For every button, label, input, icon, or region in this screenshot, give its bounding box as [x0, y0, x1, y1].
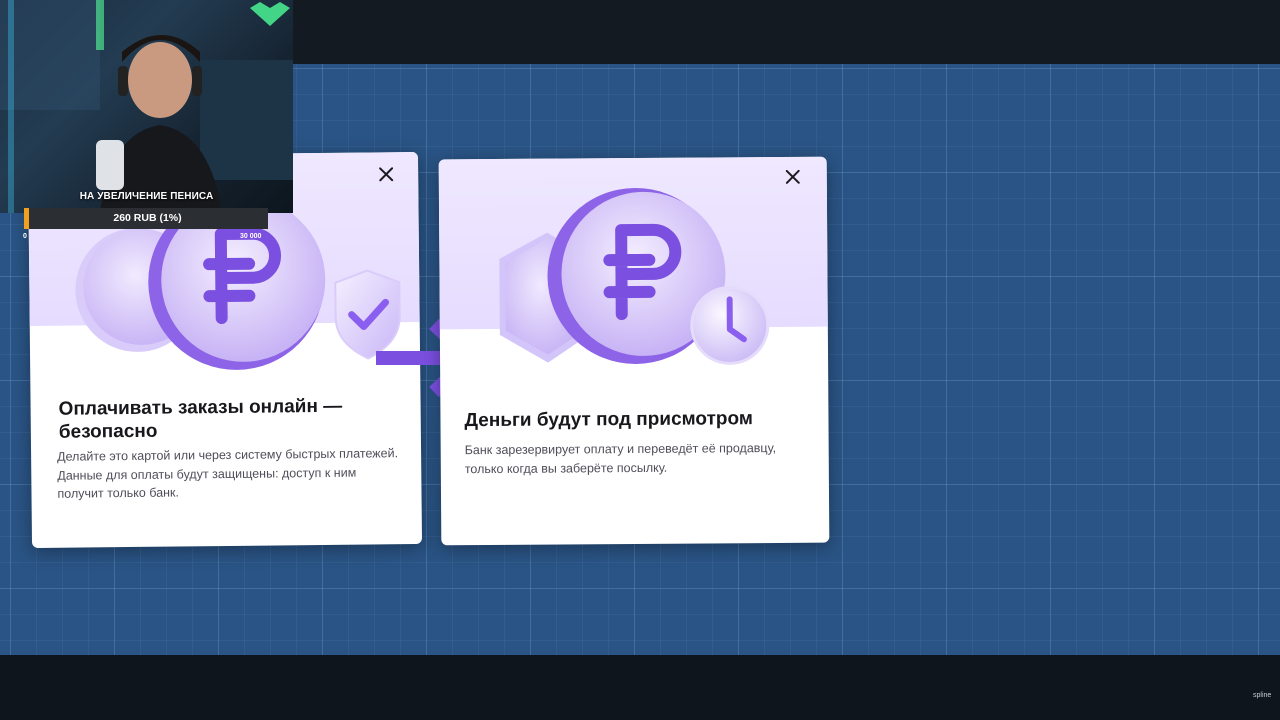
donation-goal-amount: 260 RUB (1%) — [113, 212, 182, 224]
close-button[interactable] — [781, 165, 805, 189]
bottom-bar — [0, 655, 1280, 720]
card-title: Оплачивать заказы онлайн — безопасно — [58, 395, 343, 443]
spline-watermark: spline — [1253, 692, 1272, 699]
donation-goal-min: 0 — [23, 233, 27, 240]
donation-goal-bar: 260 RUB (1%) — [24, 208, 268, 229]
card-title: Деньги будут под присмотром — [464, 408, 753, 432]
ruble-clock-icon — [499, 187, 770, 365]
card-illustration — [438, 156, 828, 365]
donation-goal-title: НА УВЕЛИЧЕНИЕ ПЕНИСА — [79, 191, 214, 202]
streamer-video — [0, 0, 293, 213]
webcam-overlay — [0, 0, 293, 213]
donation-goal-max: 30 000 — [240, 233, 262, 240]
close-icon — [785, 169, 800, 184]
close-icon — [379, 167, 394, 182]
close-button[interactable] — [374, 162, 398, 186]
card-description: Делайте это картой или через систему быс… — [57, 446, 399, 501]
info-card-money-supervision: Деньги будут под присмотром Банк зарезер… — [438, 156, 830, 546]
card-description: Банк зарезервирует оплату и переведёт её… — [464, 441, 777, 476]
